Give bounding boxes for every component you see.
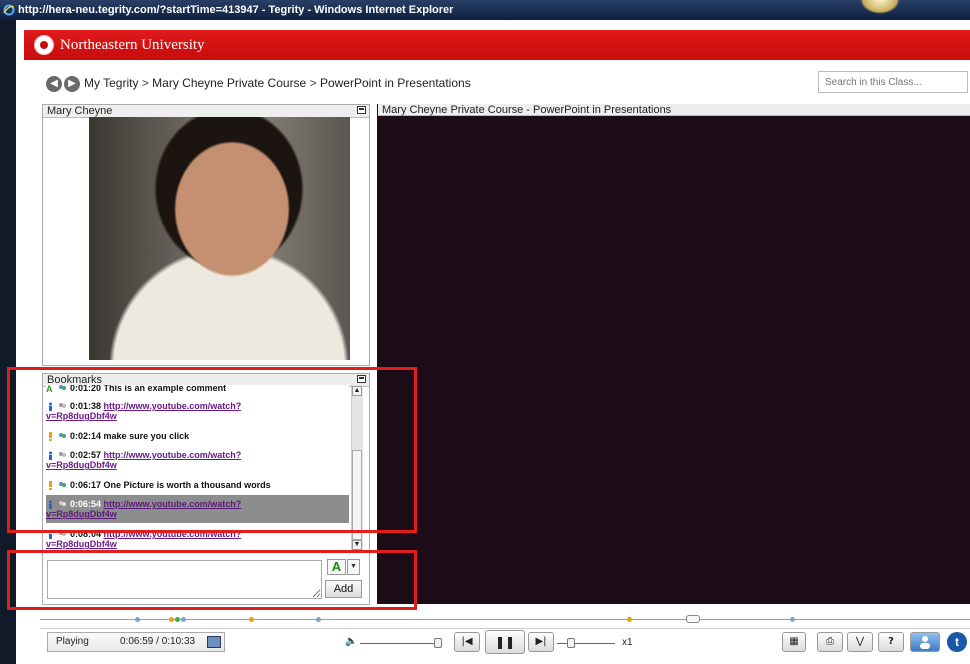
status-text: Playing bbox=[56, 636, 89, 647]
timeline-marker[interactable] bbox=[135, 617, 140, 622]
breadcrumb: My Tegrity > Mary Cheyne Private Course … bbox=[84, 76, 471, 90]
skip-back-button[interactable]: |◀ bbox=[454, 632, 480, 652]
help-button[interactable]: ? bbox=[878, 632, 904, 652]
speed-slider[interactable] bbox=[557, 643, 615, 644]
print-button[interactable]: ⎙ bbox=[817, 632, 843, 652]
window-title: http://hera-neu.tegrity.com/?startTime=4… bbox=[18, 4, 454, 16]
minimize-icon[interactable] bbox=[357, 106, 366, 114]
speed-knob[interactable] bbox=[567, 638, 575, 648]
grid-view-button[interactable]: ▦ bbox=[782, 632, 806, 652]
volume-knob[interactable] bbox=[434, 638, 442, 648]
speed-label: x1 bbox=[622, 637, 633, 648]
breadcrumb-my-tegrity[interactable]: My Tegrity bbox=[84, 76, 138, 90]
breadcrumb-course[interactable]: Mary Cheyne Private Course bbox=[152, 76, 306, 90]
timeline-marker[interactable] bbox=[175, 617, 180, 622]
back-icon[interactable]: ◀ bbox=[46, 76, 62, 92]
user-button[interactable] bbox=[910, 632, 940, 652]
annotation-box-bookmarks bbox=[7, 367, 417, 533]
pause-button[interactable]: ❚❚ bbox=[485, 630, 525, 654]
window-title-bar: http://hera-neu.tegrity.com/?startTime=4… bbox=[0, 0, 970, 20]
university-name: Northeastern University bbox=[60, 37, 205, 53]
playback-status: Playing 0:06:59 / 0:10:33 bbox=[47, 632, 225, 652]
timeline-marker[interactable] bbox=[627, 617, 632, 622]
timeline-marker[interactable] bbox=[169, 617, 174, 622]
forward-icon[interactable]: ▶ bbox=[64, 76, 80, 92]
expand-button[interactable]: ⋁ bbox=[847, 632, 873, 652]
time-display: 0:06:59 / 0:10:33 bbox=[120, 636, 196, 647]
scroll-down-icon[interactable]: ▼ bbox=[352, 540, 362, 550]
user-icon bbox=[920, 636, 930, 649]
video-area bbox=[377, 104, 970, 604]
internet-explorer-icon bbox=[3, 4, 15, 16]
video-title: Mary Cheyne Private Course - PowerPoint … bbox=[378, 104, 970, 116]
search-input[interactable] bbox=[818, 71, 968, 93]
breadcrumb-recording: PowerPoint in Presentations bbox=[319, 76, 471, 90]
volume-slider[interactable] bbox=[360, 643, 435, 644]
presenter-photo bbox=[89, 117, 350, 360]
skip-forward-button[interactable]: ▶| bbox=[528, 632, 554, 652]
tegrity-logo-icon[interactable]: t bbox=[947, 632, 967, 652]
annotation-box-comment bbox=[7, 550, 417, 610]
bookmark-link[interactable]: v=Rp8dugDbf4w bbox=[46, 539, 117, 549]
screen-icon[interactable] bbox=[207, 636, 221, 648]
timeline-marker[interactable] bbox=[790, 617, 795, 622]
volume-icon[interactable]: 🔈 bbox=[345, 636, 357, 647]
timeline-playhead[interactable] bbox=[686, 615, 700, 623]
timeline-marker[interactable] bbox=[316, 617, 321, 622]
university-seal-icon bbox=[34, 35, 54, 55]
presenter-name: Mary Cheyne bbox=[47, 105, 113, 117]
timeline-marker[interactable] bbox=[249, 617, 254, 622]
timeline-marker[interactable] bbox=[181, 617, 186, 622]
